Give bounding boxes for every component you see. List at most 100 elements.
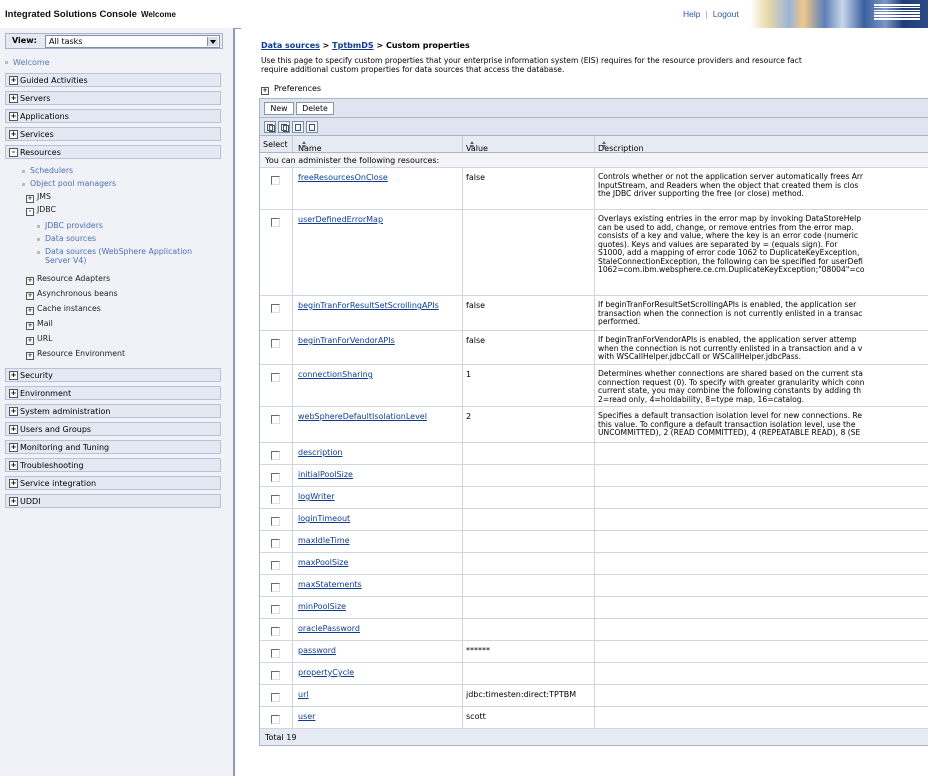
nav-jdbc[interactable]: - JDBC xyxy=(26,205,56,216)
nav-cache-instances[interactable]: + Cache instances xyxy=(26,304,101,315)
property-name-link[interactable]: user xyxy=(298,712,315,721)
property-name-link[interactable]: userDefinedErrorMap xyxy=(298,215,383,224)
expand-icon: + xyxy=(26,307,34,315)
logout-link[interactable]: Logout xyxy=(713,9,739,19)
column-name[interactable]: Name xyxy=(298,140,322,153)
row-select-checkbox[interactable] xyxy=(271,539,280,548)
help-link[interactable]: Help xyxy=(683,9,700,19)
property-name-link[interactable]: webSphereDefaultIsolationLevel xyxy=(298,412,427,421)
nav-group-services[interactable]: + Services xyxy=(5,127,221,141)
breadcrumb-data-sources[interactable]: Data sources xyxy=(261,41,320,50)
row-select-checkbox[interactable] xyxy=(271,373,280,382)
nav-group-environment[interactable]: + Environment xyxy=(5,386,221,400)
nav-group-servers[interactable]: + Servers xyxy=(5,91,221,105)
property-name-link[interactable]: loginTimeout xyxy=(298,514,350,523)
nav-group-troubleshooting[interactable]: + Troubleshooting xyxy=(5,458,221,472)
preferences-toggle[interactable]: + Preferences xyxy=(261,84,321,95)
row-select-checkbox[interactable] xyxy=(271,495,280,504)
select-all-icon[interactable] xyxy=(264,121,276,133)
table-row: oraclePassword xyxy=(260,619,928,641)
nav-url[interactable]: + URL xyxy=(26,334,52,345)
nav-jdbc-providers[interactable]: JDBC providers xyxy=(37,221,103,230)
delete-button[interactable]: Delete xyxy=(296,102,334,115)
row-select-checkbox[interactable] xyxy=(271,671,280,680)
property-name-link[interactable]: maxPoolSize xyxy=(298,558,348,567)
nav-asynchronous-beans[interactable]: + Asynchronous beans xyxy=(26,289,118,300)
nav-schedulers[interactable]: Schedulers xyxy=(22,166,73,175)
property-name-link[interactable]: maxIdleTime xyxy=(298,536,350,545)
row-select-checkbox[interactable] xyxy=(271,339,280,348)
nav-group-monitoring-and-tuning[interactable]: + Monitoring and Tuning xyxy=(5,440,221,454)
property-value: scott xyxy=(466,712,486,721)
nav-group-uddi[interactable]: + UDDI xyxy=(5,494,221,508)
property-name-link[interactable]: connectionSharing xyxy=(298,370,373,379)
nav-group-resources[interactable]: - Resources xyxy=(5,145,221,159)
view-select[interactable]: All tasks xyxy=(45,35,220,48)
row-select-checkbox[interactable] xyxy=(271,176,280,185)
show-filter-icon[interactable] xyxy=(292,121,304,133)
nav-mail[interactable]: + Mail xyxy=(26,319,53,330)
property-name-link[interactable]: password xyxy=(298,646,336,655)
row-select-checkbox[interactable] xyxy=(271,218,280,227)
row-select-checkbox[interactable] xyxy=(271,715,280,724)
table-row: freeResourcesOnClose false Controls whethe… xyxy=(260,168,928,210)
nav-resource-environment[interactable]: + Resource Environment xyxy=(26,349,125,360)
nav-data-sources-v4-cont[interactable]: Server V4) xyxy=(45,256,86,265)
navigation-panel: View: All tasks Welcome Schedulers Objec… xyxy=(0,28,235,776)
expand-icon: + xyxy=(26,337,34,345)
row-select-checkbox[interactable] xyxy=(271,649,280,658)
row-select-checkbox[interactable] xyxy=(271,561,280,570)
sort-icon[interactable] xyxy=(301,141,308,148)
row-select-checkbox[interactable] xyxy=(271,451,280,460)
nav-welcome-link[interactable]: Welcome xyxy=(5,58,50,67)
expand-icon: + xyxy=(261,87,269,95)
property-name-link[interactable]: logWriter xyxy=(298,492,335,501)
property-name-link[interactable]: propertyCycle xyxy=(298,668,354,677)
deselect-all-icon[interactable] xyxy=(278,121,290,133)
nav-group-service-integration[interactable]: + Service integration xyxy=(5,476,221,490)
row-select-checkbox[interactable] xyxy=(271,517,280,526)
property-name-link[interactable]: beginTranForResultSetScrollingAPIs xyxy=(298,301,439,310)
breadcrumb-tptbmds[interactable]: TptbmDS xyxy=(332,41,373,50)
clear-filter-icon[interactable] xyxy=(306,121,318,133)
nav-group-applications[interactable]: + Applications xyxy=(5,109,221,123)
nav-group-security[interactable]: + Security xyxy=(5,368,221,382)
nav-data-sources-v4[interactable]: Data sources (WebSphere Application xyxy=(37,247,192,256)
row-select-checkbox[interactable] xyxy=(271,473,280,482)
property-name-link[interactable]: url xyxy=(298,690,309,699)
row-select-checkbox[interactable] xyxy=(271,693,280,702)
column-value[interactable]: Value xyxy=(466,140,488,153)
new-button[interactable]: New xyxy=(264,102,294,115)
nav-group-system-administration[interactable]: + System administration xyxy=(5,404,221,418)
nav-group-users-and-groups[interactable]: + Users and Groups xyxy=(5,422,221,436)
property-name-link[interactable]: maxStatements xyxy=(298,580,362,589)
sort-icon[interactable] xyxy=(469,141,476,148)
sort-icon[interactable] xyxy=(601,141,608,148)
row-select-checkbox[interactable] xyxy=(271,415,280,424)
property-name-link[interactable]: freeResourcesOnClose xyxy=(298,173,388,182)
table-row: maxStatements xyxy=(260,575,928,597)
expand-icon: + xyxy=(26,195,34,203)
nav-object-pool-managers[interactable]: Object pool managers xyxy=(22,179,116,188)
chevron-down-icon[interactable] xyxy=(207,37,218,46)
bullet-icon xyxy=(37,237,40,241)
table-row: maxPoolSize xyxy=(260,553,928,575)
column-description[interactable]: Description xyxy=(598,140,644,153)
property-name-link[interactable]: beginTranForVendorAPIs xyxy=(298,336,395,345)
row-select-checkbox[interactable] xyxy=(271,304,280,313)
row-select-checkbox[interactable] xyxy=(271,583,280,592)
property-value: 2 xyxy=(466,412,472,421)
property-description: If beginTranForVendorAPIs is enabled, th… xyxy=(598,336,863,361)
property-name-link[interactable]: initialPoolSize xyxy=(298,470,353,479)
property-name-link[interactable]: minPoolSize xyxy=(298,602,346,611)
expand-icon: + xyxy=(9,389,18,398)
nav-jms[interactable]: + JMS xyxy=(26,192,51,203)
row-select-checkbox[interactable] xyxy=(271,605,280,614)
row-select-checkbox[interactable] xyxy=(271,627,280,636)
property-name-link[interactable]: oraclePassword xyxy=(298,624,360,633)
nav-resource-adapters[interactable]: + Resource Adapters xyxy=(26,274,110,285)
nav-data-sources[interactable]: Data sources xyxy=(37,234,96,243)
property-name-link[interactable]: description xyxy=(298,448,342,457)
nav-group-guided-activities[interactable]: + Guided Activities xyxy=(5,73,221,87)
bullet-icon xyxy=(22,182,25,186)
